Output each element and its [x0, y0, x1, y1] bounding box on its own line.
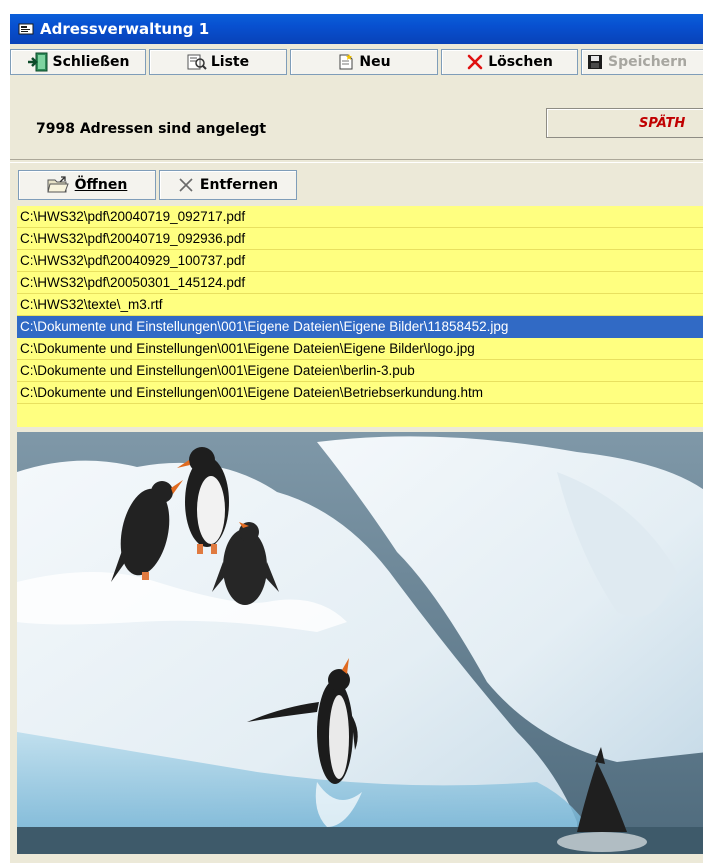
- bottom-strip: [10, 854, 703, 863]
- list-item[interactable]: C:\HWS32\pdf\20040929_100737.pdf: [17, 250, 703, 272]
- save-button[interactable]: Speichern: [581, 49, 703, 75]
- list-item[interactable]: C:\Dokumente und Einstellungen\001\Eigen…: [17, 360, 703, 382]
- list-item[interactable]: C:\Dokumente und Einstellungen\001\Eigen…: [17, 382, 703, 404]
- open-folder-icon: [47, 176, 69, 194]
- new-document-icon: [337, 53, 355, 71]
- red-x-icon: [466, 53, 484, 71]
- grey-x-icon: [178, 177, 194, 193]
- penguins-on-iceberg-image: [17, 432, 703, 854]
- remove-button[interactable]: Entfernen: [159, 170, 297, 200]
- window-title: Adressverwaltung 1: [40, 20, 210, 38]
- remove-button-label: Entfernen: [199, 177, 279, 193]
- file-toolbar: Öffnen Entfernen: [10, 162, 703, 202]
- list-item[interactable]: C:\Dokumente und Einstellungen\001\Eigen…: [17, 338, 703, 360]
- list-item[interactable]: C:\HWS32\pdf\20050301_145124.pdf: [17, 272, 703, 294]
- list-item[interactable]: C:\HWS32\pdf\20040719_092717.pdf: [17, 206, 703, 228]
- main-toolbar: Schließen Liste Neu Löschen Speichern: [10, 44, 703, 100]
- name-display: SPÄTH: [546, 108, 703, 138]
- new-button[interactable]: Neu: [290, 49, 438, 75]
- list-item[interactable]: C:\HWS32\texte\_m3.rtf: [17, 294, 703, 316]
- image-preview: [17, 432, 703, 854]
- list-item-selected[interactable]: C:\Dokumente und Einstellungen\001\Eigen…: [17, 316, 703, 338]
- app-window: Adressverwaltung 1 Schließen Liste Neu L…: [10, 14, 703, 863]
- exit-door-icon: [27, 52, 49, 72]
- title-bar[interactable]: Adressverwaltung 1: [10, 14, 703, 44]
- magnifier-list-icon: [187, 53, 207, 71]
- close-button-label: Schließen: [52, 54, 130, 70]
- app-icon: [18, 22, 34, 36]
- delete-button-label: Löschen: [488, 54, 553, 70]
- new-button-label: Neu: [359, 54, 391, 70]
- floppy-disk-icon: [586, 53, 604, 71]
- delete-button[interactable]: Löschen: [441, 49, 578, 75]
- open-button-label: Öffnen: [74, 177, 128, 193]
- list-button-label: Liste: [210, 54, 250, 70]
- save-button-label: Speichern: [608, 54, 688, 70]
- file-list[interactable]: C:\HWS32\pdf\20040719_092717.pdf C:\HWS3…: [17, 206, 703, 427]
- address-count-label: 7998 Adressen sind angelegt: [36, 121, 267, 137]
- list-button[interactable]: Liste: [149, 49, 287, 75]
- close-button[interactable]: Schließen: [10, 49, 146, 75]
- open-button[interactable]: Öffnen: [18, 170, 156, 200]
- list-item[interactable]: C:\HWS32\pdf\20040719_092936.pdf: [17, 228, 703, 250]
